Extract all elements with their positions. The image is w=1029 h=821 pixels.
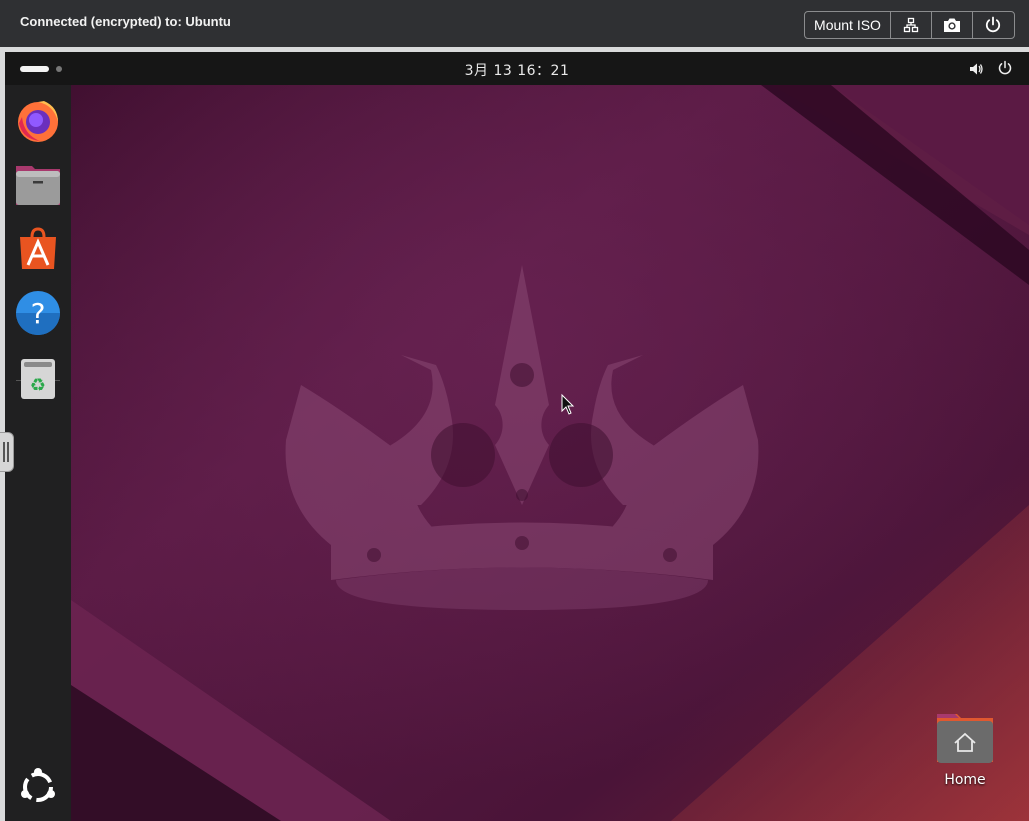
mount-iso-button[interactable]: Mount ISO: [805, 12, 891, 38]
svg-text:♻: ♻: [30, 375, 46, 396]
files-icon: [16, 166, 60, 205]
dock-item-files[interactable]: [14, 161, 62, 209]
power-icon: [985, 16, 1001, 33]
trash-icon: ♻: [21, 359, 55, 399]
system-power-icon[interactable]: [997, 60, 1013, 76]
dock-item-trash[interactable]: ♻: [14, 355, 62, 403]
dock-item-help[interactable]: ?: [14, 289, 62, 337]
volume-icon[interactable]: [968, 61, 984, 77]
ubuntu-logo-icon: [21, 768, 55, 802]
help-icon: ?: [16, 291, 60, 335]
sidebar-handle[interactable]: [0, 432, 14, 472]
wallpaper: [71, 85, 1029, 821]
network-button[interactable]: [891, 12, 932, 38]
dock: ? ♻: [5, 85, 71, 821]
desktop[interactable]: Home: [71, 85, 1029, 821]
firefox-icon: [18, 101, 58, 142]
gnome-top-bar: 3月 13 16：21: [5, 52, 1029, 85]
session-toolbar: Mount ISO: [804, 11, 1015, 39]
home-label: Home: [944, 772, 986, 788]
clock[interactable]: 3月 13 16：21: [5, 60, 1029, 80]
network-icon: [903, 17, 919, 33]
camera-icon: [944, 18, 960, 32]
vm-display[interactable]: Home 3月 13 16：21 ? ♻: [5, 52, 1029, 821]
home-folder-desktop-icon[interactable]: Home: [925, 710, 1005, 800]
app-center-icon: [20, 227, 56, 269]
dock-item-firefox[interactable]: [14, 97, 62, 145]
home-folder-icon: [937, 714, 993, 763]
screenshot-button[interactable]: [932, 12, 973, 38]
connection-status: Connected (encrypted) to: Ubuntu: [20, 14, 231, 29]
power-button[interactable]: [973, 12, 1013, 38]
dock-item-app-center[interactable]: [14, 225, 62, 273]
remote-session-bar: Connected (encrypted) to: Ubuntu Mount I…: [0, 0, 1029, 47]
show-apps-button[interactable]: [14, 763, 62, 811]
svg-text:?: ?: [31, 297, 46, 330]
